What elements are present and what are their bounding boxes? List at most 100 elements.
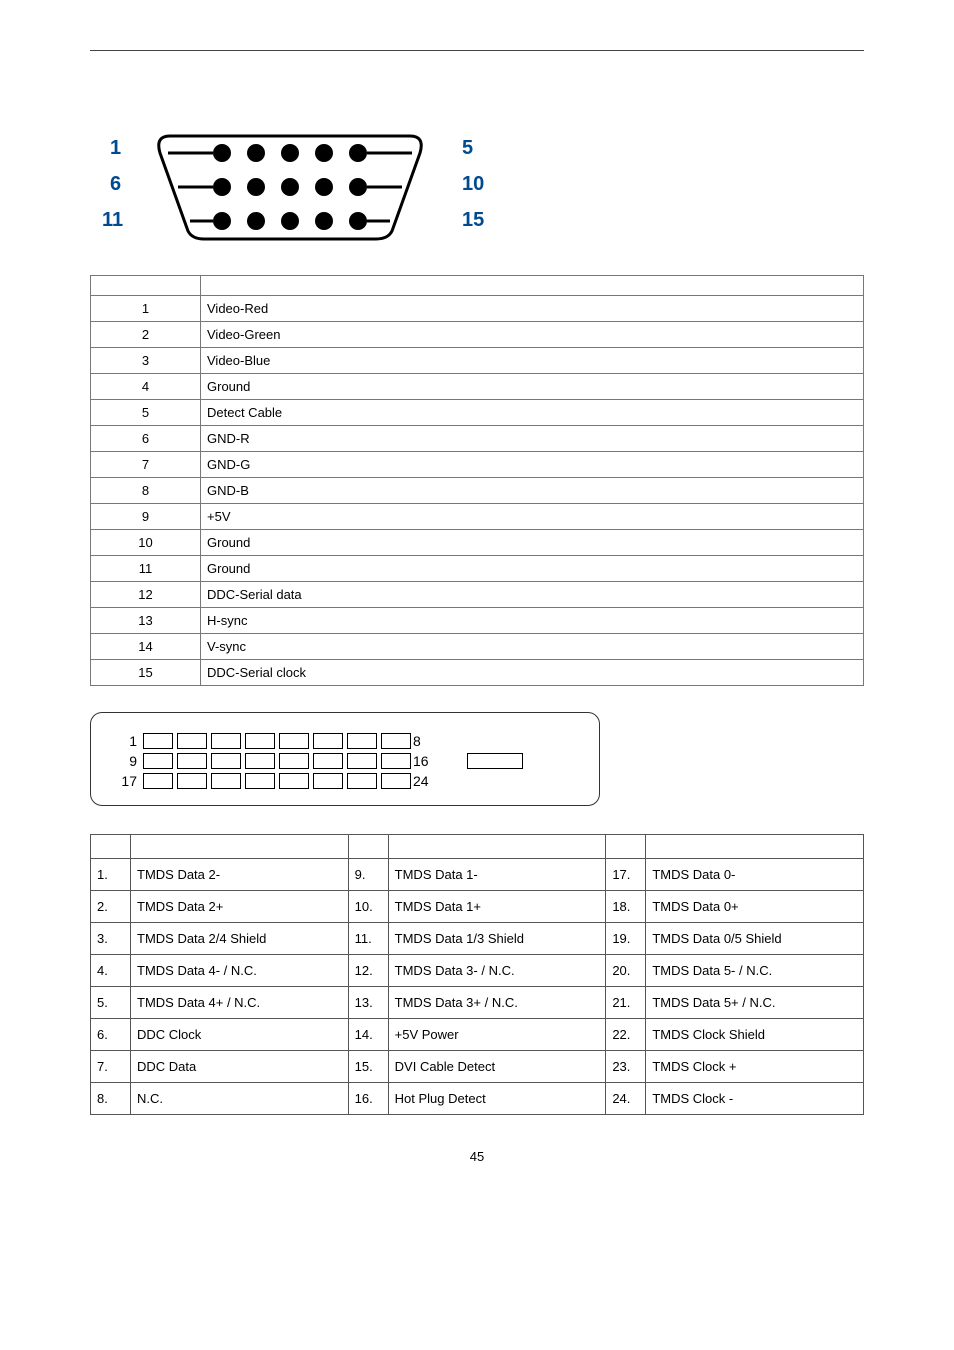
table-row: 9+5V: [91, 504, 864, 530]
page-number: 45: [90, 1149, 864, 1164]
dvi-pin-icon: [211, 773, 241, 789]
dvi-pin-icon: [347, 733, 377, 749]
table-row: 4Ground: [91, 374, 864, 400]
dvi-header-pin-2: [348, 835, 388, 859]
dvi-pin-icon: [279, 733, 309, 749]
dvi-signal-cell: TMDS Clock +: [646, 1051, 864, 1083]
vga-pin-cell: 7: [91, 452, 201, 478]
dvi-row-label-left: 1: [111, 733, 141, 749]
dvi-row-label-right: 24: [413, 773, 443, 789]
vga-pin-cell: 8: [91, 478, 201, 504]
dvi-signal-cell: TMDS Data 5- / N.C.: [646, 955, 864, 987]
table-row: 3.TMDS Data 2/4 Shield11.TMDS Data 1/3 S…: [91, 923, 864, 955]
dvi-pin-cell: 15.: [348, 1051, 388, 1083]
vga-shell-icon: [150, 131, 430, 241]
vga-signal-cell: V-sync: [201, 634, 864, 660]
dvi-pin-icon: [313, 753, 343, 769]
dvi-signal-cell: TMDS Data 1/3 Shield: [388, 923, 606, 955]
dvi-signal-cell: TMDS Data 4- / N.C.: [131, 955, 349, 987]
dvi-pin-icon: [279, 773, 309, 789]
dvi-signal-cell: Hot Plug Detect: [388, 1083, 606, 1115]
table-row: 7.DDC Data15.DVI Cable Detect23.TMDS Clo…: [91, 1051, 864, 1083]
vga-pin-label-10: 10: [462, 173, 484, 196]
vga-pin-cell: 11: [91, 556, 201, 582]
dvi-pin-cell: 4.: [91, 955, 131, 987]
vga-pin-cell: 5: [91, 400, 201, 426]
dvi-pin-cell: 11.: [348, 923, 388, 955]
table-row: 4.TMDS Data 4- / N.C.12.TMDS Data 3- / N…: [91, 955, 864, 987]
table-row: 11Ground: [91, 556, 864, 582]
dvi-pin-row: 18: [111, 733, 579, 749]
dvi-signal-cell: TMDS Data 2/4 Shield: [131, 923, 349, 955]
vga-pin-cell: 2: [91, 322, 201, 348]
dvi-blade-icon: [467, 753, 523, 769]
dvi-pin-cell: 6.: [91, 1019, 131, 1051]
table-row: 8.N.C.16.Hot Plug Detect24.TMDS Clock -: [91, 1083, 864, 1115]
vga-pin-label-11: 11: [102, 209, 123, 232]
dvi-pin-icon: [177, 773, 207, 789]
dvi-pin-icon: [313, 733, 343, 749]
vga-pin-cell: 13: [91, 608, 201, 634]
dvi-pin-icon: [143, 733, 173, 749]
dvi-pin-icon: [347, 773, 377, 789]
dvi-pin-cell: 18.: [606, 891, 646, 923]
table-row: 6GND-R: [91, 426, 864, 452]
vga-pin-cell: 12: [91, 582, 201, 608]
dvi-pin-cell: 19.: [606, 923, 646, 955]
vga-pin-cell: 1: [91, 296, 201, 322]
dvi-pin-row: 916: [111, 753, 579, 769]
table-row: 7GND-G: [91, 452, 864, 478]
dvi-pin-cell: 20.: [606, 955, 646, 987]
dvi-pin-group: [141, 733, 413, 749]
vga-signal-cell: Ground: [201, 374, 864, 400]
dvi-signal-cell: TMDS Data 0/5 Shield: [646, 923, 864, 955]
dvi-header-sig-1: [131, 835, 349, 859]
dvi-signal-cell: TMDS Clock -: [646, 1083, 864, 1115]
dvi-pin-cell: 8.: [91, 1083, 131, 1115]
dvi-header-pin-1: [91, 835, 131, 859]
dvi-header-pin-3: [606, 835, 646, 859]
table-row: 2Video-Green: [91, 322, 864, 348]
dvi-pin-cell: 16.: [348, 1083, 388, 1115]
table-header-row: [91, 835, 864, 859]
table-row: 15DDC-Serial clock: [91, 660, 864, 686]
header-rule: [90, 50, 864, 51]
dvi-header-sig-3: [646, 835, 864, 859]
vga-signal-cell: Video-Red: [201, 296, 864, 322]
vga-pin-label-15: 15: [462, 209, 484, 232]
dvi-pin-cell: 24.: [606, 1083, 646, 1115]
dvi-pin-icon: [313, 773, 343, 789]
vga-signal-cell: Ground: [201, 530, 864, 556]
table-header-row: [91, 276, 864, 296]
vga-signal-cell: DDC-Serial data: [201, 582, 864, 608]
dvi-signal-cell: TMDS Data 3- / N.C.: [388, 955, 606, 987]
dvi-pin-icon: [245, 733, 275, 749]
dvi-signal-cell: TMDS Data 4+ / N.C.: [131, 987, 349, 1019]
dvi-signal-cell: TMDS Data 1+: [388, 891, 606, 923]
dvi-pin-icon: [177, 733, 207, 749]
vga-signal-cell: GND-R: [201, 426, 864, 452]
vga-signal-cell: DDC-Serial clock: [201, 660, 864, 686]
table-row: 14V-sync: [91, 634, 864, 660]
dvi-pin-icon: [245, 753, 275, 769]
vga-signal-cell: Ground: [201, 556, 864, 582]
vga-connector-diagram: 1 6 11 5 10 15: [110, 131, 490, 251]
vga-signal-cell: +5V: [201, 504, 864, 530]
table-row: 1Video-Red: [91, 296, 864, 322]
dvi-pin-cell: 14.: [348, 1019, 388, 1051]
table-row: 5Detect Cable: [91, 400, 864, 426]
table-row: 10Ground: [91, 530, 864, 556]
vga-signal-cell: H-sync: [201, 608, 864, 634]
dvi-signal-cell: TMDS Data 2+: [131, 891, 349, 923]
dvi-pin-group: [141, 753, 413, 769]
dvi-signal-cell: DVI Cable Detect: [388, 1051, 606, 1083]
table-row: 6.DDC Clock14.+5V Power22.TMDS Clock Shi…: [91, 1019, 864, 1051]
vga-pin-label-1: 1: [110, 137, 121, 160]
dvi-header-sig-2: [388, 835, 606, 859]
vga-header-pin: [91, 276, 201, 296]
dvi-pin-cell: 3.: [91, 923, 131, 955]
dvi-signal-cell: N.C.: [131, 1083, 349, 1115]
vga-pin-cell: 15: [91, 660, 201, 686]
dvi-pin-cell: 9.: [348, 859, 388, 891]
vga-pin-cell: 3: [91, 348, 201, 374]
